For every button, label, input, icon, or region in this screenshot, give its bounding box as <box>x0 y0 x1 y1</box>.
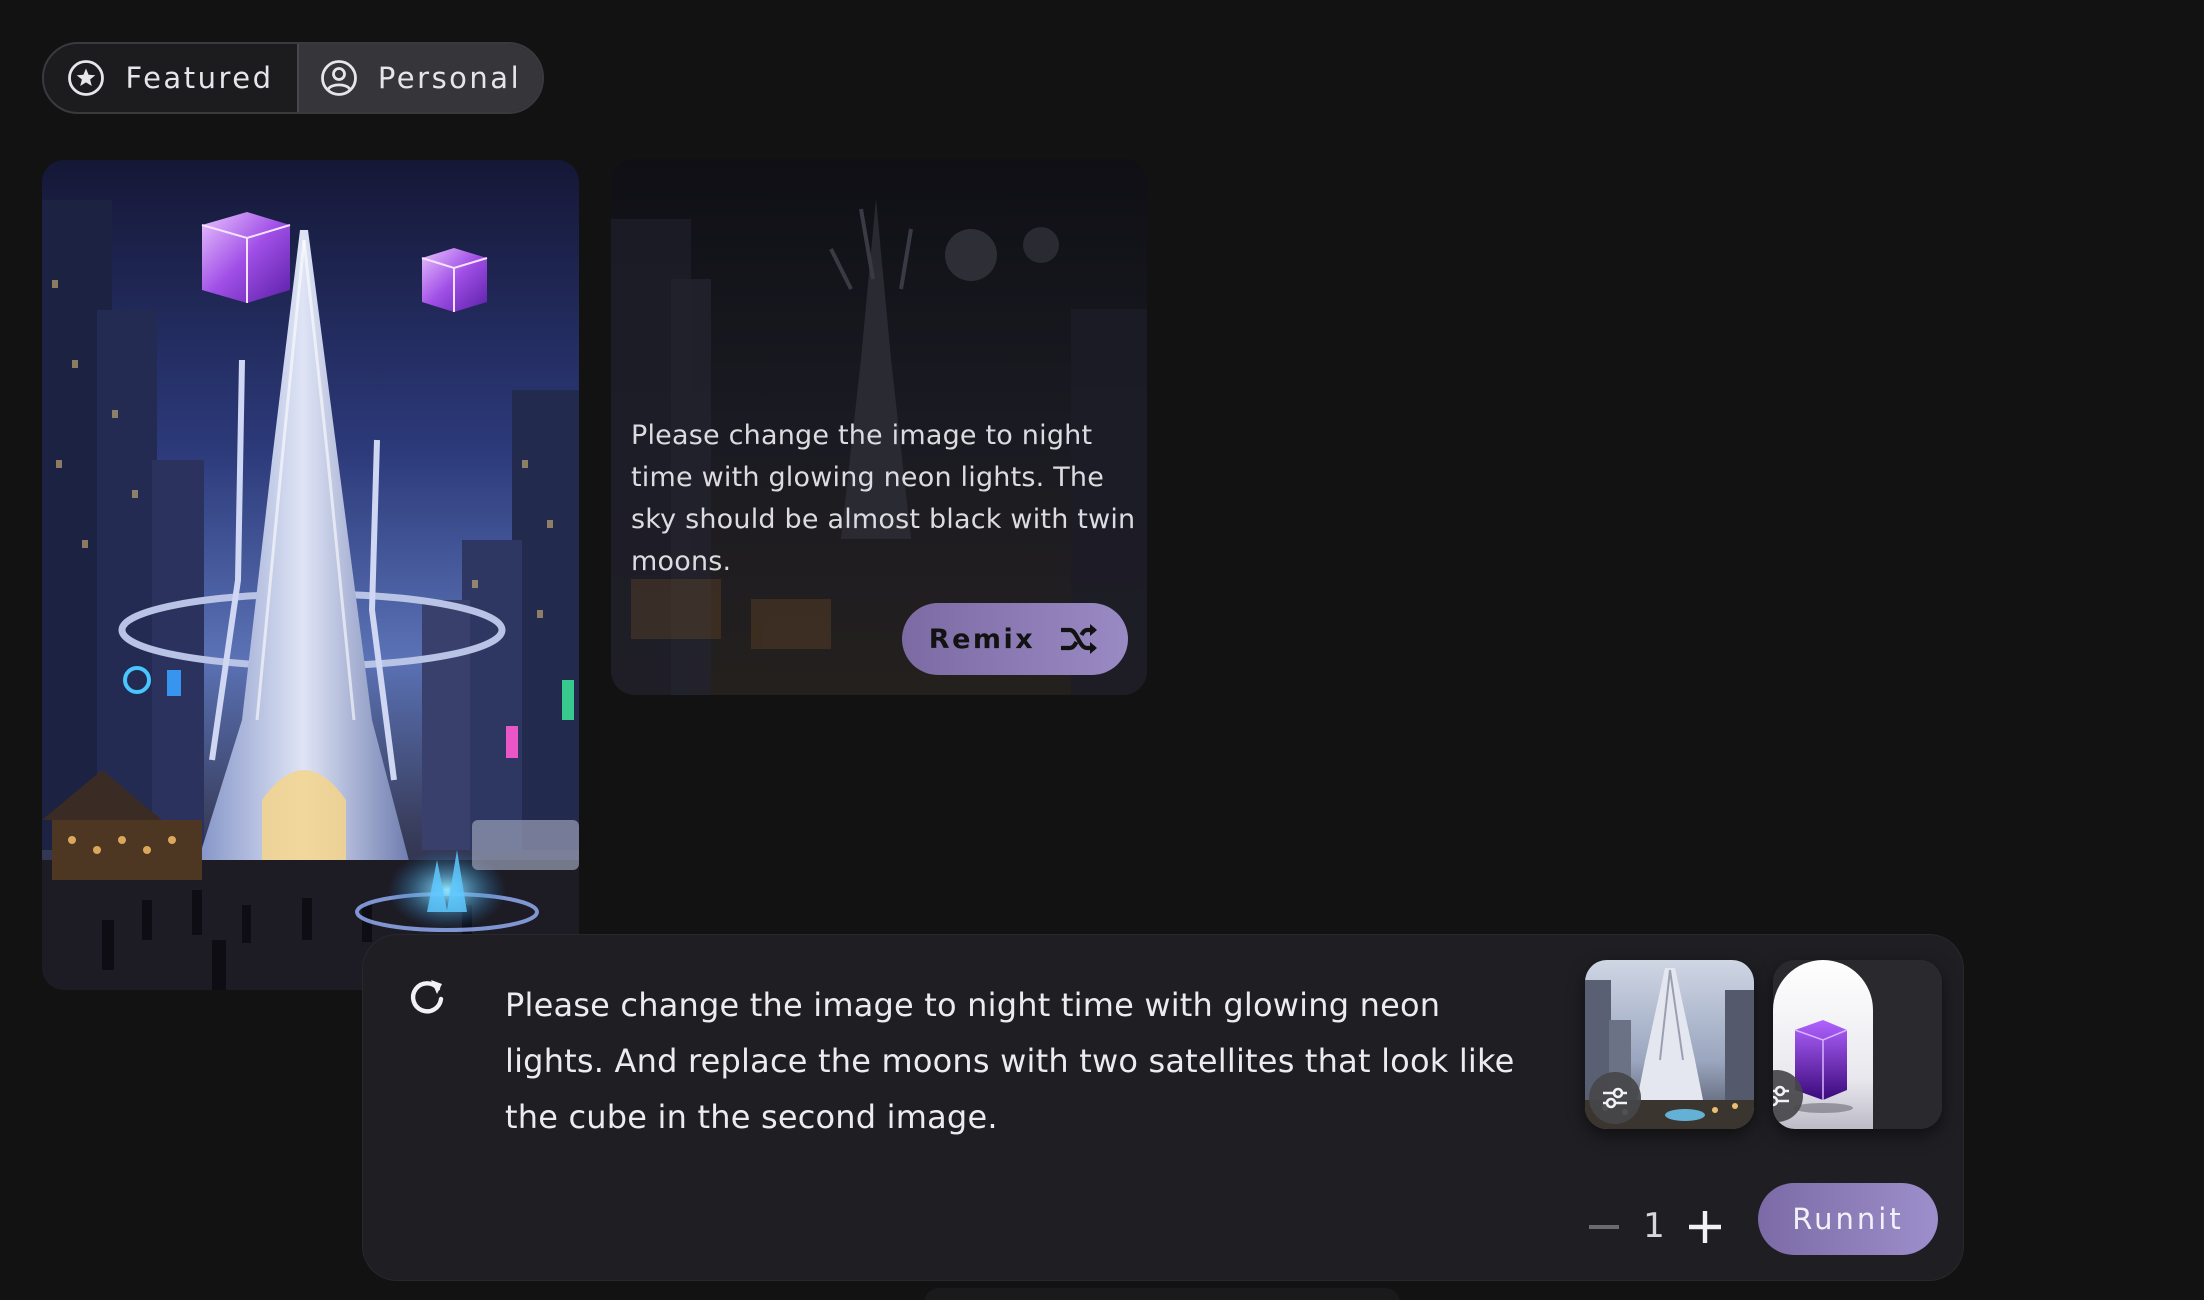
reference-1-adjust-button[interactable] <box>1589 1072 1641 1124</box>
sliders-icon <box>1603 1087 1627 1109</box>
quantity-increment-button[interactable] <box>1685 1207 1725 1247</box>
tab-featured-label: Featured <box>125 61 274 95</box>
shuffle-icon <box>1057 617 1101 661</box>
remix-label: Remix <box>928 623 1036 655</box>
composer-prompt-text[interactable]: Please change the image to night time wi… <box>505 977 1525 1145</box>
prompt-composer: Please change the image to night time wi… <box>363 935 1963 1280</box>
refresh-icon[interactable] <box>405 975 449 1019</box>
tab-personal-label: Personal <box>377 61 522 95</box>
star-circle-icon <box>67 59 105 97</box>
app-root: Featured Personal Please change the imag… <box>0 0 2204 1300</box>
tab-featured[interactable]: Featured <box>44 44 297 112</box>
minus-icon <box>1589 1225 1619 1229</box>
reference-image-city[interactable] <box>1585 960 1754 1129</box>
plus-icon <box>1689 1211 1721 1243</box>
generated-image-card[interactable] <box>42 160 579 990</box>
tab-personal[interactable]: Personal <box>296 44 542 112</box>
reference-image-cube[interactable] <box>1773 960 1942 1129</box>
bottom-panel-edge <box>924 1288 1400 1300</box>
runnit-button[interactable]: Runnit <box>1758 1183 1938 1255</box>
quantity-decrement-button[interactable] <box>1587 1210 1621 1244</box>
quantity-value: 1 <box>1643 1206 1665 1246</box>
view-toggle: Featured Personal <box>42 42 544 114</box>
city-image <box>42 160 579 990</box>
remix-prompt-text: Please change the image to night time wi… <box>631 420 1136 577</box>
remix-button[interactable]: Remix <box>902 603 1128 675</box>
prompt-card[interactable]: Please change the image to night time wi… <box>611 159 1147 695</box>
user-circle-icon <box>320 59 358 97</box>
sliders-icon <box>1773 1085 1789 1107</box>
